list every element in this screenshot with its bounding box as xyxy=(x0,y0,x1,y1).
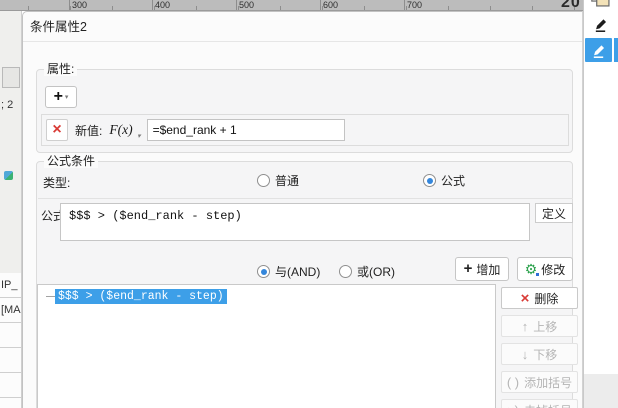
grid-cell: [MA xyxy=(0,298,21,323)
add-brackets-label: 添加括号 xyxy=(524,375,573,390)
title-separator xyxy=(23,41,582,42)
modify-condition-label: 修改 xyxy=(541,262,566,277)
delete-condition-button[interactable]: × 删除 xyxy=(501,287,578,309)
pencil-tool-button[interactable] xyxy=(588,13,612,34)
grid-cell: IP_ xyxy=(0,273,21,298)
remove-brackets-label: 去掉括号 xyxy=(524,402,572,408)
condition-list-selected-item[interactable]: $$$ > ($end_rank - step) xyxy=(55,289,227,304)
define-button[interactable]: 定义 xyxy=(535,203,573,223)
condition-attribute-dialog: 条件属性2 属性: + ▾ × 新值: F(x) ▾ 公式 xyxy=(22,11,583,408)
grid-cell xyxy=(0,398,21,408)
radio-and[interactable]: 与(AND) xyxy=(257,263,320,280)
gear-icon: ⚙ xyxy=(525,262,541,277)
new-value-row: × 新值: F(x) ▾ xyxy=(41,114,569,146)
pencil-icon xyxy=(588,16,612,33)
brackets-icon: ( ) xyxy=(506,374,520,390)
grid-cell xyxy=(0,323,21,348)
new-value-input[interactable] xyxy=(146,119,345,141)
radio-circle-icon xyxy=(257,265,270,278)
ruler-mark-400: 400 xyxy=(151,0,171,10)
screen: 300 400 500 600 700 20 ; 2 IP_ [MA 条件属性2… xyxy=(0,0,618,408)
up-arrow-icon: ↑ xyxy=(521,318,529,334)
fx-icon: F(x) xyxy=(109,122,133,137)
clipped-background-fragment: 20 xyxy=(561,0,581,11)
toolbar-bottom-area xyxy=(584,374,618,408)
left-grid-rows: IP_ [MA xyxy=(0,273,21,408)
down-arrow-icon: ↓ xyxy=(521,346,529,362)
add-brackets-button[interactable]: ( ) 添加括号 xyxy=(501,371,578,393)
attributes-group-label: 属性: xyxy=(44,62,78,76)
new-value-label: 新值: xyxy=(75,123,103,138)
modify-condition-button[interactable]: ⚙ 修改 xyxy=(517,257,573,281)
remove-brackets-button[interactable]: ×) 去掉括号 xyxy=(501,399,578,408)
copy-icon[interactable] xyxy=(590,0,612,9)
formula-input[interactable]: $$$ > ($end_rank - step) xyxy=(60,203,530,241)
radio-circle-icon xyxy=(423,174,436,187)
formula-group-label: 公式条件 xyxy=(44,154,99,168)
type-label: 类型: xyxy=(43,176,71,190)
dialog-title: 条件属性2 xyxy=(30,20,87,34)
radio-or[interactable]: 或(OR) xyxy=(339,263,395,280)
horizontal-ruler: 300 400 500 600 700 20 xyxy=(0,0,583,11)
radio-circle-icon xyxy=(339,265,352,278)
plus-icon: + xyxy=(463,260,473,277)
radio-normal-label: 普通 xyxy=(275,174,300,188)
radio-or-label: 或(OR) xyxy=(357,265,395,279)
red-x-icon: × xyxy=(520,289,530,307)
chevron-down-icon: ▾ xyxy=(64,94,69,101)
formula-condition-group: 公式条件 类型: 普通 公式 公式= $$$ > ($end_rank - st… xyxy=(36,154,578,408)
radio-circle-icon xyxy=(257,174,270,187)
attributes-group: 属性: + ▾ × 新值: F(x) ▾ xyxy=(36,62,573,153)
delete-label: 删除 xyxy=(534,291,559,306)
add-condition-label: 增加 xyxy=(476,262,501,277)
ruler-mark-300: 300 xyxy=(68,0,88,10)
ruler-mark-700: 700 xyxy=(403,0,423,10)
add-attribute-button[interactable]: + ▾ xyxy=(45,86,77,108)
left-fragment-text: ; 2 xyxy=(1,99,14,111)
grid-cell xyxy=(0,373,21,398)
ruler-mark-600: 600 xyxy=(319,0,339,10)
pencil-icon-white xyxy=(585,42,612,59)
add-condition-button[interactable]: + 增加 xyxy=(455,257,509,281)
radio-type-formula[interactable]: 公式 xyxy=(423,172,465,189)
active-tool-indicator xyxy=(614,38,618,62)
red-x-icon: × xyxy=(52,121,62,138)
ruler-mark-500: 500 xyxy=(235,0,255,10)
right-toolbar xyxy=(583,0,618,408)
remove-attribute-button[interactable]: × xyxy=(46,119,68,141)
move-up-label: 上移 xyxy=(533,319,558,334)
group-inner-separator xyxy=(38,198,573,199)
plus-icon: + xyxy=(53,88,63,105)
move-down-label: 下移 xyxy=(533,347,558,362)
left-background-panel: ; 2 IP_ [MA xyxy=(0,11,22,408)
condition-actions-column: × 删除 ↑ 上移 ↓ 下移 ( ) 添加括号 ×) 去掉括号 xyxy=(501,287,578,408)
radio-formula-label: 公式 xyxy=(441,174,466,188)
move-down-button[interactable]: ↓ 下移 xyxy=(501,343,578,365)
move-up-button[interactable]: ↑ 上移 xyxy=(501,315,578,337)
formula-fx-button[interactable]: F(x) ▾ xyxy=(109,122,141,140)
pencil-tool-button-active[interactable] xyxy=(585,38,612,62)
chevron-down-icon: ▾ xyxy=(137,132,141,140)
radio-and-label: 与(AND) xyxy=(275,265,321,279)
left-panel-cell xyxy=(2,67,20,88)
remove-brackets-icon: ×) xyxy=(507,404,519,408)
grid-cell xyxy=(0,348,21,373)
condition-list[interactable]: $$$ > ($end_rank - step) xyxy=(37,284,496,408)
left-panel-icon xyxy=(4,171,13,180)
radio-type-normal[interactable]: 普通 xyxy=(257,172,299,189)
ruler-ticks xyxy=(0,6,583,10)
tree-connector xyxy=(46,296,55,297)
